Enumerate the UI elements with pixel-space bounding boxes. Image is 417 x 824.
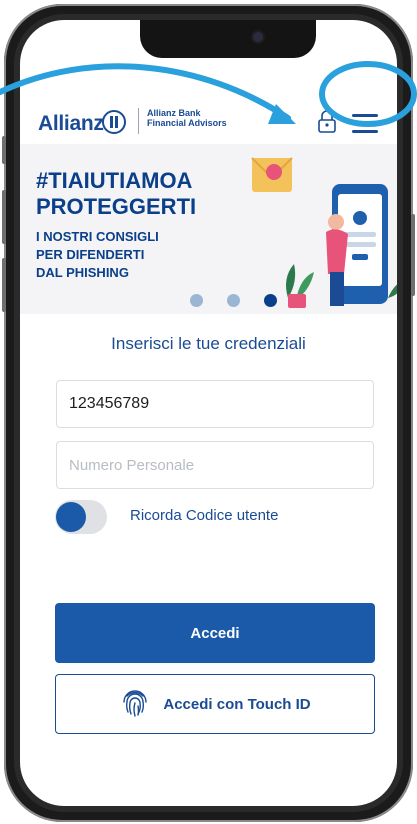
banner-hashtag: #TIAIUTIAMOA PROTEGGERTI: [36, 168, 226, 220]
app-header: Allianz Allianz Bank Financial Advisors: [20, 98, 397, 144]
user-code-input[interactable]: [57, 381, 373, 427]
brand-name: Allianz: [38, 112, 104, 135]
banner-hashtag-line1: #TIAIUTIAMOA: [36, 168, 193, 193]
banner-tips-line1: I NOSTRI CONSIGLI: [36, 229, 159, 244]
user-code-field[interactable]: [56, 380, 374, 428]
remember-toggle[interactable]: [55, 500, 107, 534]
banner-tips-line3: DAL PHISHING: [36, 265, 129, 280]
app-screen: Allianz Allianz Bank Financial Advisors …: [20, 20, 397, 806]
carousel-dot[interactable]: [227, 294, 240, 307]
remember-label: Ricorda Codice utente: [130, 507, 279, 524]
side-button: [2, 190, 6, 244]
menu-bar: [352, 122, 378, 125]
carousel-dot[interactable]: [190, 294, 203, 307]
touch-id-button[interactable]: Accedi con Touch ID: [55, 674, 375, 734]
fingerprint-icon: [123, 690, 148, 717]
banner-illustration: [251, 157, 397, 308]
banner-tips-line2: PER DIFENDERTI: [36, 247, 145, 262]
personal-number-input[interactable]: [57, 442, 373, 488]
brand-divider: [138, 108, 139, 134]
hamburger-menu-icon[interactable]: [352, 114, 378, 133]
login-button[interactable]: Accedi: [55, 603, 375, 663]
banner-tips: I NOSTRI CONSIGLI PER DIFENDERTI DAL PHI…: [36, 228, 226, 282]
touch-id-label: Accedi con Touch ID: [163, 695, 311, 713]
side-button: [2, 258, 6, 312]
banner-hashtag-line2: PROTEGGERTI: [36, 194, 197, 219]
login-button-label: Accedi: [190, 624, 240, 642]
toggle-knob: [56, 502, 86, 532]
brand-subtitle: Allianz Bank Financial Advisors: [147, 108, 227, 128]
brand-subtitle-line1: Allianz Bank: [147, 108, 201, 118]
camera-icon: [253, 32, 263, 42]
notch: [140, 20, 316, 58]
menu-bar: [352, 114, 378, 117]
login-title: Inserisci le tue credenziali: [111, 334, 306, 353]
carousel-indicators: [190, 294, 280, 308]
side-button: [2, 136, 6, 164]
personal-number-field[interactable]: [56, 441, 374, 489]
carousel-dot-active[interactable]: [264, 294, 277, 307]
menu-bar: [352, 130, 378, 133]
lock-icon[interactable]: [316, 110, 338, 134]
allianz-logo-icon: [102, 110, 126, 134]
brand-subtitle-line2: Financial Advisors: [147, 118, 227, 128]
side-button: [411, 214, 415, 296]
